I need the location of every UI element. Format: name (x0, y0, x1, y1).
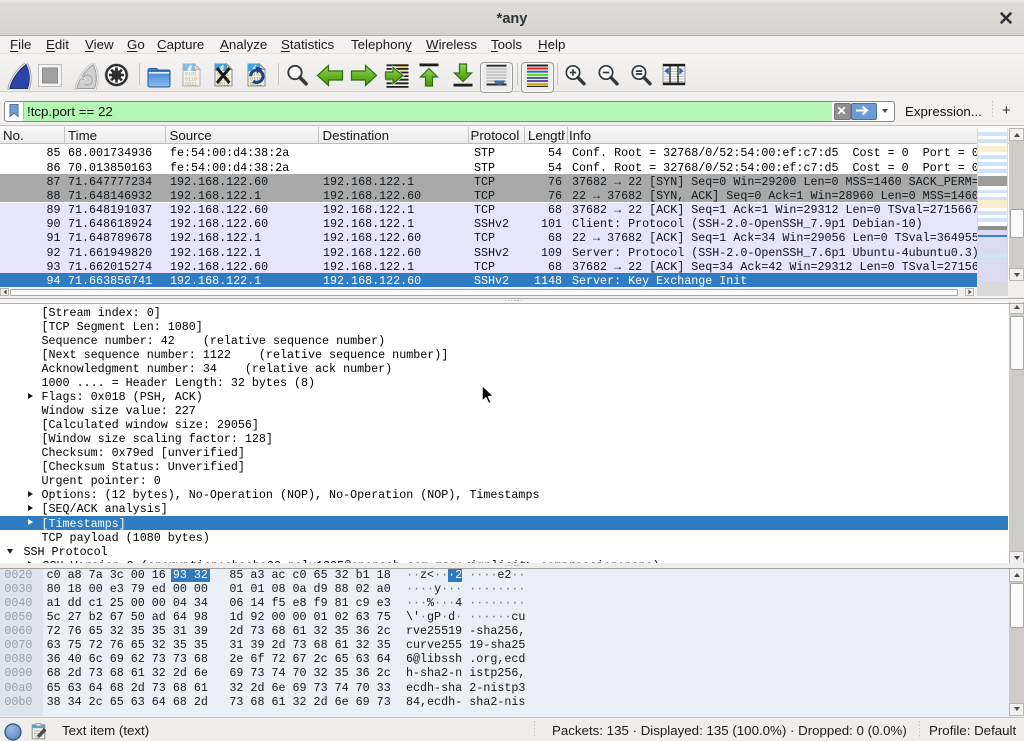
svg-text:0011: 0011 (185, 82, 197, 88)
